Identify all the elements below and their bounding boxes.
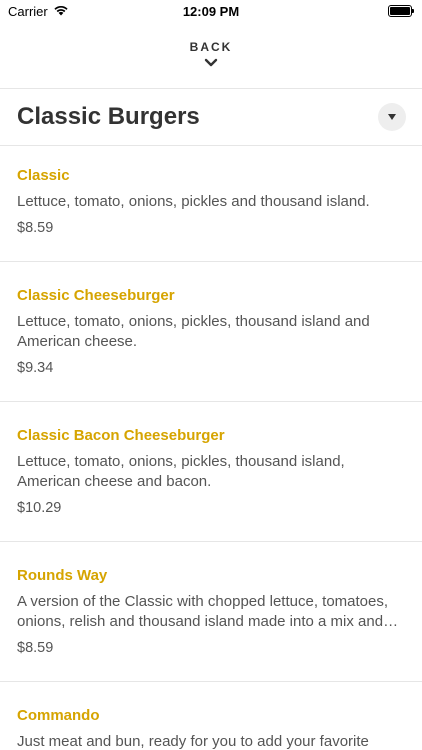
category-title: Classic Burgers: [17, 103, 200, 130]
item-price: $9.34: [17, 360, 54, 376]
screen: Carrier 12:09 PM BACK Classic Burgers Cl…: [0, 0, 422, 750]
status-time: 12:09 PM: [182, 4, 240, 19]
item-description: A version of the Classic with chopped le…: [17, 593, 389, 630]
status-bar: Carrier 12:09 PM: [0, 0, 422, 24]
battery-icon: [388, 5, 414, 17]
item-name: Classic: [17, 167, 70, 184]
category-dropdown-button[interactable]: [378, 103, 406, 131]
item-name: Classic Cheeseburger: [17, 287, 175, 304]
item-description: Lettuce, tomato, onions, pickles and tho…: [17, 193, 370, 210]
item-description: Lettuce, tomato, onions, pickles, thousa…: [17, 453, 345, 490]
item-name: Rounds Way: [17, 567, 108, 584]
back-label: BACK: [189, 40, 233, 54]
menu-item[interactable]: Classic Cheeseburger Lettuce, tomato, on…: [0, 262, 422, 402]
battery-tip: [412, 9, 414, 13]
menu-item[interactable]: Commando Just meat and bun, ready for yo…: [0, 682, 422, 750]
item-name: Classic Bacon Cheeseburger: [17, 427, 225, 444]
battery-fill: [390, 7, 410, 15]
item-price: $8.59: [17, 220, 54, 236]
chevron-down-icon: [204, 58, 218, 67]
item-price: $10.29: [17, 500, 62, 516]
category-header: Classic Burgers: [0, 89, 422, 145]
back-button[interactable]: BACK: [0, 30, 422, 88]
item-price: $8.59: [17, 640, 54, 656]
menu-item[interactable]: Classic Lettuce, tomato, onions, pickles…: [0, 146, 422, 262]
item-description: Just meat and bun, ready for you to add …: [17, 733, 369, 750]
menu-list: Classic Lettuce, tomato, onions, pickles…: [0, 146, 422, 750]
menu-item[interactable]: Classic Bacon Cheeseburger Lettuce, toma…: [0, 402, 422, 542]
menu-item[interactable]: Rounds Way A version of the Classic with…: [0, 542, 422, 682]
item-description: Lettuce, tomato, onions, pickles, thousa…: [17, 313, 370, 350]
item-name: Commando: [17, 707, 100, 724]
caret-down-icon: [388, 114, 396, 120]
